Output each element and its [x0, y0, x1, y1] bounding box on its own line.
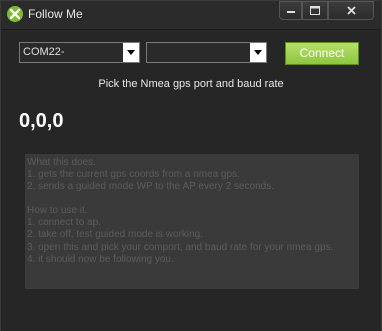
info-line: 1. gets the current gps coords from a nm…	[27, 169, 240, 181]
app-logo-icon	[7, 6, 23, 22]
port-select[interactable]: COM22-	[19, 42, 140, 63]
close-icon	[346, 6, 356, 15]
info-line: What this does.	[27, 157, 96, 168]
port-select-value: COM22-	[23, 46, 65, 58]
info-line: 4. it should now be following you.	[27, 253, 174, 265]
follow-me-window: Follow Me COM22- Connect Pick the Nmea g…	[0, 0, 382, 331]
info-textbox[interactable]: What this does. 1. gets the current gps …	[25, 154, 359, 289]
coords-readout: 0,0,0	[19, 110, 64, 132]
info-line: 3. open this and pick your comport, and …	[27, 241, 334, 253]
minimize-button[interactable]	[279, 1, 302, 20]
info-line: 1. connect to ap.	[27, 217, 101, 229]
baud-select[interactable]	[146, 42, 267, 63]
baud-dropdown-button[interactable]	[250, 43, 266, 62]
instruction-label: Pick the Nmea gps port and baud rate	[98, 78, 284, 90]
minimize-icon	[286, 11, 295, 13]
window-title: Follow Me	[28, 7, 83, 21]
info-line	[27, 193, 357, 205]
chevron-down-icon	[127, 50, 135, 55]
close-button[interactable]	[328, 1, 374, 20]
info-line: How to use it.	[27, 205, 88, 217]
maximize-button[interactable]	[302, 1, 328, 20]
info-line: 2. sends a guided mode WP to the AP ever…	[27, 181, 275, 193]
window-bottom-edge	[1, 321, 381, 331]
info-line: 2. take off, test guided mode is working…	[27, 229, 204, 241]
title-bar[interactable]: Follow Me	[1, 1, 381, 30]
connect-button[interactable]: Connect	[285, 42, 359, 65]
chevron-down-icon	[254, 50, 262, 55]
port-dropdown-button[interactable]	[123, 43, 139, 62]
maximize-icon	[310, 6, 320, 15]
